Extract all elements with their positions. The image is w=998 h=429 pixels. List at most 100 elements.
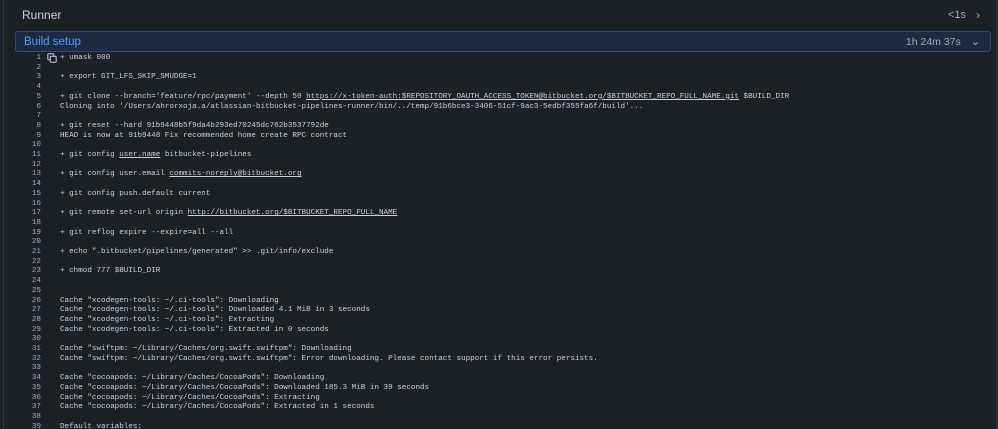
log-line: 26 Cache "xcodegen-tools: ~/.ci-tools": D… [4,297,996,307]
chevron-down-icon[interactable]: ⌄ [971,35,980,48]
line-number[interactable]: 23 [4,267,41,277]
log-text: Cache "cocoapods: ~/Library/Caches/Cocoa… [60,374,324,384]
line-number[interactable]: 7 [4,112,41,122]
line-number[interactable]: 34 [4,374,41,384]
line-number[interactable]: 14 [4,180,41,190]
log-text: Cache "cocoapods: ~/Library/Caches/Cocoa… [60,403,374,413]
log-text-segment: + chmod 777 $BUILD_DIR [60,267,161,276]
runner-header-right: <1s › [948,8,980,22]
log-line: 22 [4,258,996,268]
line-number[interactable]: 2 [4,64,41,74]
log-text: + git reflog expire --expire=all --all [60,229,233,239]
line-number[interactable]: 36 [4,394,41,404]
log-line: 20 [4,238,996,248]
line-number[interactable]: 9 [4,132,41,142]
log-text-segment: + echo ".bitbucket/pipelines/generated" … [60,248,334,256]
line-number[interactable]: 1 [4,54,41,64]
log-line: 29 Cache "xcodegen-tools: ~/.ci-tools": E… [4,326,996,336]
log-link[interactable]: https://x-token-auth:$REPOSITORY_OAUTH_A… [306,93,739,101]
log-line: 2 [4,64,996,74]
log-link[interactable]: http://bitbucket.org/$BITBUCKET_REPO_FUL… [188,209,398,217]
log-text-segment: + export GIT_LFS_SKIP_SMUDGE=1 [60,73,197,82]
log-text-segment: Cache "cocoapods: ~/Library/Caches/Cocoa… [60,374,325,383]
log-text: + echo ".bitbucket/pipelines/generated" … [60,248,333,258]
log-line: 16 [4,200,996,210]
line-number[interactable]: 15 [4,190,41,200]
line-number[interactable]: 11 [4,151,41,161]
line-number[interactable]: 26 [4,297,41,307]
line-number[interactable]: 5 [4,93,41,103]
log-link[interactable]: commits-noreply@bitbucket.org [169,170,301,178]
line-number[interactable]: 3 [4,73,41,83]
line-number[interactable]: 39 [4,423,41,429]
log-line: 36 Cache "cocoapods: ~/Library/Caches/Coc… [4,394,996,404]
line-number[interactable]: 31 [4,345,41,355]
chevron-right-icon[interactable]: › [976,8,980,22]
log-text-segment: + git config user.email [60,170,170,179]
log-text: + git clone --branch='feature/rpc/paymen… [60,93,789,103]
log-line: 30 [4,335,996,345]
log-line: 37 Cache "cocoapods: ~/Library/Caches/Coc… [4,403,996,413]
log-text: + umask 000 [60,54,110,64]
line-number[interactable]: 22 [4,258,41,268]
log-line: 13 + git config user.email commits-norepl… [4,170,996,180]
log-text: Cache "xcodegen-tools: ~/.ci-tools": Dow… [60,297,279,307]
line-number[interactable]: 10 [4,141,41,151]
log-line: 9 HEAD is now at 91b9448 Fix recommended … [4,132,996,142]
line-number[interactable]: 25 [4,287,41,297]
log-line: 32 Cache "swiftpm: ~/Library/Caches/org.s… [4,355,996,365]
build-setup-step-header[interactable]: Build setup 1h 24m 37s ⌄ [15,31,991,52]
log-line: 38 [4,413,996,423]
log-link[interactable]: user.name [119,151,160,159]
log-text-segment: Cache "xcodegen-tools: ~/.ci-tools": Ext… [60,315,275,324]
line-number[interactable]: 13 [4,170,41,180]
line-number[interactable]: 33 [4,364,41,374]
line-number[interactable]: 16 [4,200,41,210]
log-text: HEAD is now at 91b9448 Fix recommended h… [60,132,347,142]
log-line: 10 [4,141,996,151]
line-number[interactable]: 21 [4,248,41,258]
log-line: 27 Cache "xcodegen-tools: ~/.ci-tools": D… [4,306,996,316]
line-number[interactable]: 32 [4,355,41,365]
line-number[interactable]: 35 [4,384,41,394]
log-text-segment: Cache "cocoapods: ~/Library/Caches/Cocoa… [60,383,430,392]
line-number[interactable]: 20 [4,238,41,248]
line-number[interactable]: 29 [4,326,41,336]
step-header-right: 1h 24m 37s ⌄ [905,35,980,49]
log-line: 18 [4,219,996,229]
log-text-segment: + git clone --branch='feature/rpc/paymen… [60,92,307,101]
log-text: + git config user.email commits-noreply@… [60,170,302,180]
log-line: 39 Default variables: [4,423,996,429]
log-line: 7 [4,112,996,122]
line-number[interactable]: 30 [4,335,41,345]
line-number[interactable]: 37 [4,403,41,413]
line-number[interactable]: 8 [4,122,41,132]
copy-icon[interactable] [47,53,57,63]
log-text-segment: + git remote set-url origin [60,209,188,218]
line-number[interactable]: 19 [4,229,41,239]
log-line: 5 + git clone --branch='feature/rpc/payme… [4,93,996,103]
log-text-segment: HEAD is now at 91b9448 Fix recommended h… [60,131,348,140]
line-number[interactable]: 18 [4,219,41,229]
log-text-segment: + git reset --hard 91b9448b5f9da4b293ed7… [60,121,329,130]
log-line: 23 + chmod 777 $BUILD_DIR [4,267,996,277]
line-number[interactable]: 12 [4,161,41,171]
line-number[interactable]: 4 [4,83,41,93]
line-number[interactable]: 28 [4,316,41,326]
log-text: Cache "xcodegen-tools: ~/.ci-tools": Ext… [60,326,329,336]
log-text: + git reset --hard 91b9448b5f9da4b293ed7… [60,122,329,132]
log-text-segment: Cache "swiftpm: ~/Library/Caches/org.swi… [60,345,352,353]
log-text-segment: Cache "cocoapods: ~/Library/Caches/Cocoa… [60,393,320,402]
log-text: + chmod 777 $BUILD_DIR [60,267,160,277]
line-number[interactable]: 17 [4,209,41,219]
step-duration: 1h 24m 37s [905,35,961,48]
log-text-segment: bitbucket-pipelines [160,151,252,159]
log-line: 8 + git reset --hard 91b9448b5f9da4b293ed… [4,122,996,132]
log-line: 11 + git config user.name bitbucket-pipel… [4,151,996,161]
line-number[interactable]: 27 [4,306,41,316]
line-number[interactable]: 38 [4,413,41,423]
line-number[interactable]: 24 [4,277,41,287]
line-number[interactable]: 6 [4,103,41,113]
log-text-segment: Cache "xcodegen-tools: ~/.ci-tools": Dow… [60,306,370,315]
log-line: 3 + export GIT_LFS_SKIP_SMUDGE=1 [4,73,996,83]
